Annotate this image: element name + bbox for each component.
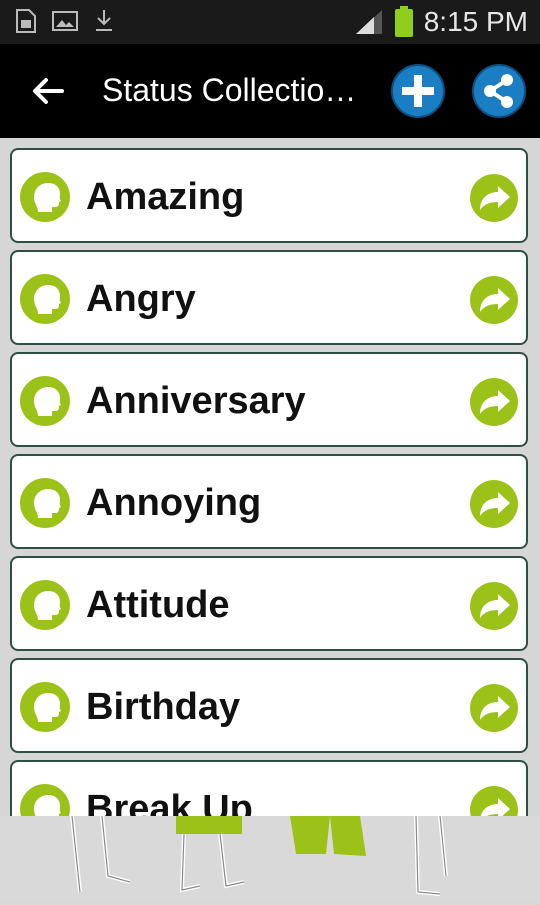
- footer-banner: [0, 815, 540, 900]
- back-arrow-icon[interactable]: [28, 71, 68, 111]
- category-list[interactable]: Amazing Angry Anniversary Annoying Attit…: [0, 138, 540, 816]
- battery-icon: [394, 6, 413, 37]
- forward-arrow-icon[interactable]: [468, 580, 520, 632]
- item-label: Break Up: [86, 788, 253, 816]
- signal-icon: [355, 10, 382, 34]
- sim-card-icon: [16, 9, 36, 33]
- list-item[interactable]: Anniversary: [10, 352, 528, 447]
- list-item[interactable]: Birthday: [10, 658, 528, 753]
- head-profile-icon: [20, 784, 70, 816]
- add-button[interactable]: [391, 64, 445, 118]
- forward-arrow-icon[interactable]: [468, 682, 520, 734]
- list-item[interactable]: Break Up: [10, 760, 528, 816]
- forward-arrow-icon[interactable]: [468, 478, 520, 530]
- plus-icon: [402, 75, 434, 107]
- status-bar: 8:15 PM: [0, 0, 540, 44]
- forward-arrow-icon[interactable]: [468, 274, 520, 326]
- list-item[interactable]: Annoying: [10, 454, 528, 549]
- forward-arrow-icon[interactable]: [468, 172, 520, 224]
- forward-arrow-icon[interactable]: [468, 376, 520, 428]
- head-profile-icon: [20, 478, 70, 528]
- item-label: Annoying: [86, 482, 262, 524]
- item-label: Amazing: [86, 176, 245, 218]
- item-label: Birthday: [86, 686, 241, 728]
- item-label: Anniversary: [86, 380, 306, 422]
- list-item[interactable]: Angry: [10, 250, 528, 345]
- image-icon: [52, 11, 78, 31]
- share-button[interactable]: [472, 64, 526, 118]
- forward-arrow-icon[interactable]: [468, 784, 520, 816]
- head-profile-icon: [20, 172, 70, 222]
- head-profile-icon: [20, 376, 70, 426]
- page-title: Status Collectio…: [102, 72, 357, 108]
- system-icons: 8:15 PM: [354, 6, 528, 38]
- stick-figures-illustration: [70, 815, 448, 896]
- head-profile-icon: [20, 274, 70, 324]
- list-item[interactable]: Attitude: [10, 556, 528, 651]
- list-item[interactable]: Amazing: [10, 148, 528, 243]
- head-profile-icon: [20, 580, 70, 630]
- notification-icons: [14, 8, 116, 34]
- action-bar: Status Collectio…: [0, 44, 540, 138]
- head-profile-icon: [20, 682, 70, 732]
- clock: 8:15 PM: [423, 6, 528, 37]
- item-label: Attitude: [86, 584, 230, 626]
- download-icon: [96, 10, 112, 31]
- item-label: Angry: [86, 278, 196, 320]
- share-icon: [484, 74, 513, 108]
